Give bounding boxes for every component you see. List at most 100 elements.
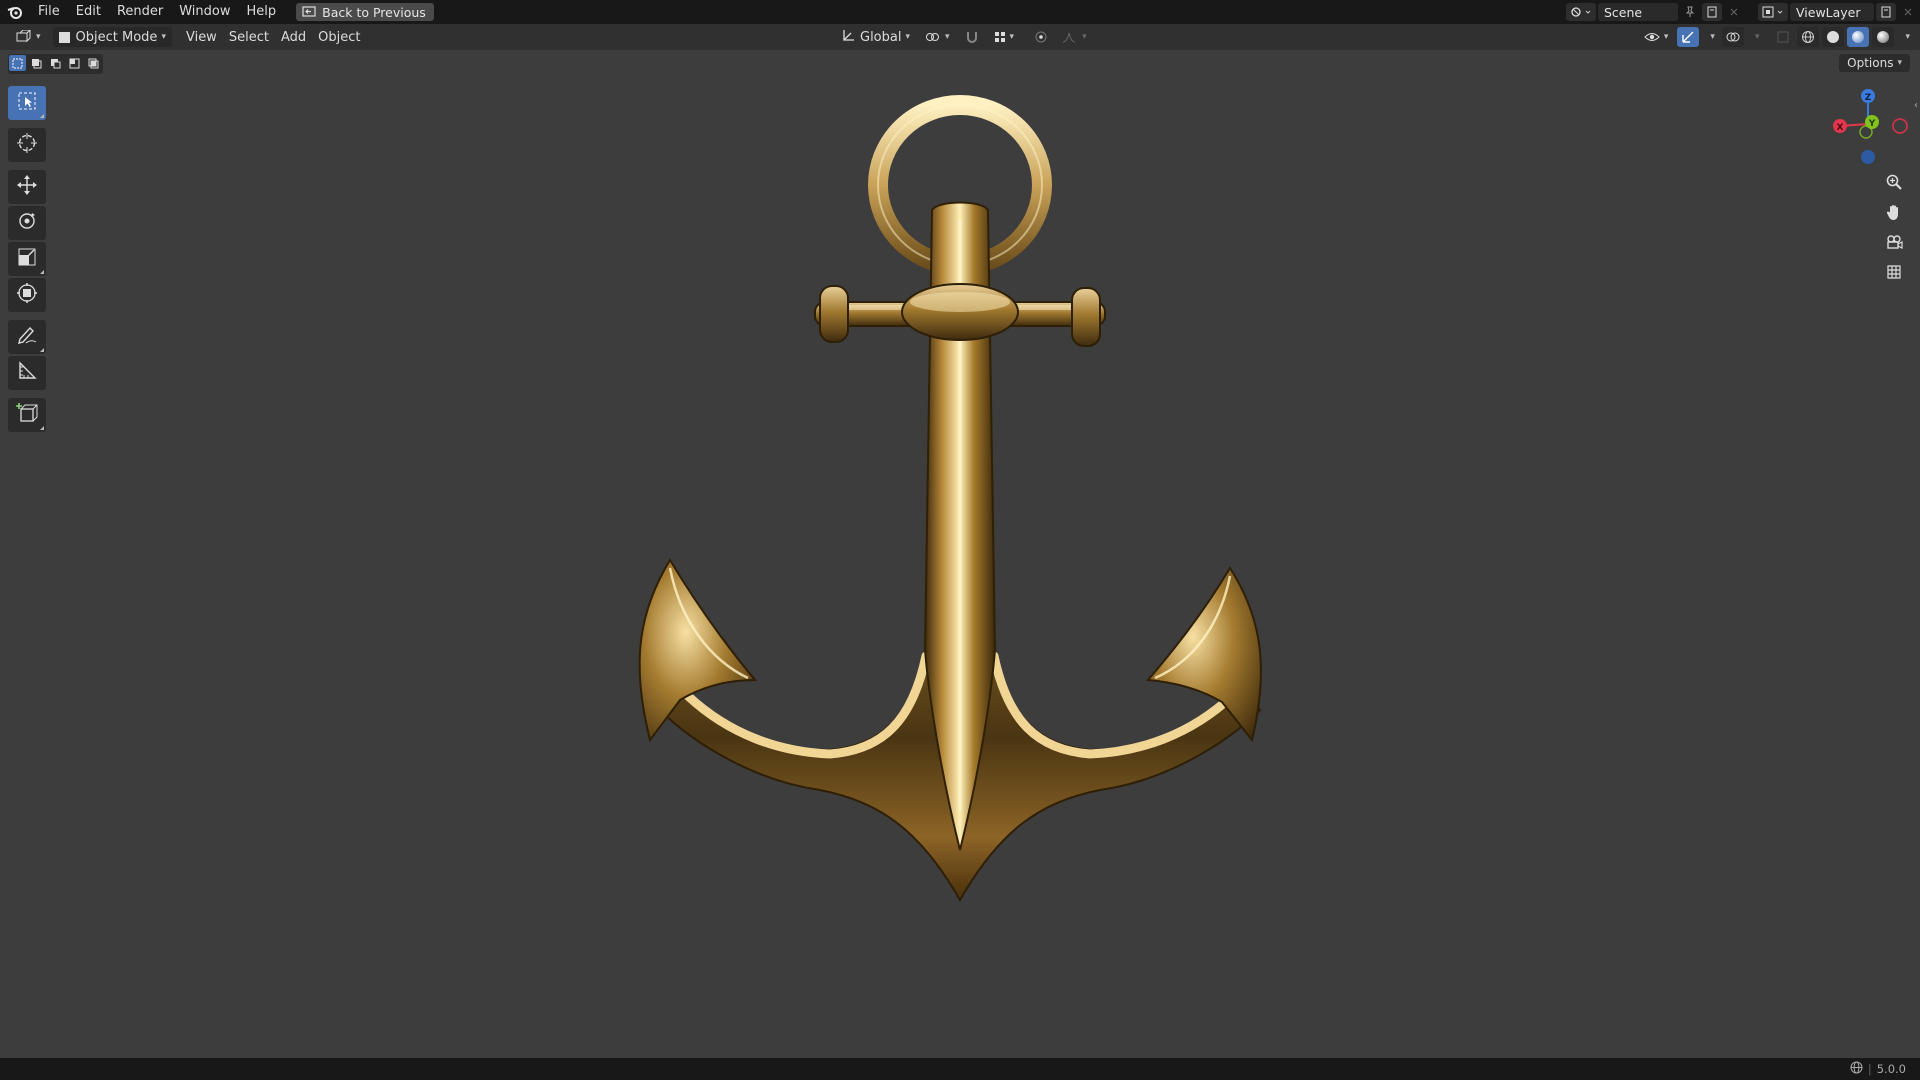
annotate-tool[interactable] [8, 320, 46, 354]
gizmo-toggle-icon[interactable] [1677, 27, 1700, 47]
measure-tool[interactable] [8, 356, 46, 390]
transform-controls: Global ▾ ▾ ▾ ▾ [836, 27, 1093, 47]
new-scene-icon[interactable] [1702, 3, 1722, 21]
menu-help[interactable]: Help [239, 0, 285, 24]
snap-toggle-icon[interactable] [959, 27, 985, 47]
hand-icon[interactable] [1880, 198, 1908, 226]
falloff-dropdown[interactable]: ▾ [1056, 27, 1093, 47]
snap-target-dropdown[interactable]: ▾ [988, 27, 1021, 47]
object-mode-icon [58, 31, 70, 43]
gizmo-neg-x-ball [1892, 118, 1908, 134]
blender-logo-icon[interactable] [0, 0, 30, 24]
editor-type-icon[interactable]: ▾ [10, 27, 47, 47]
gizmo-x-label: X [1837, 123, 1844, 133]
orientation-label: Global [860, 29, 902, 45]
gizmo-y-label: Y [1868, 119, 1876, 129]
tool-shelf [8, 86, 48, 434]
menu-edit[interactable]: Edit [68, 0, 109, 24]
select-box-tool[interactable] [8, 86, 46, 120]
transform-icon [16, 282, 38, 308]
object-mode-label: Object Mode [75, 29, 158, 45]
add-cube-icon [16, 402, 38, 428]
chevron-down-icon: ▾ [1897, 58, 1902, 68]
overlays-toggle-icon[interactable] [1721, 27, 1744, 47]
menu-add[interactable]: Add [275, 27, 312, 47]
scale-icon [16, 246, 38, 272]
anchor-stock-left-cap [819, 285, 849, 343]
solid-shading-icon[interactable] [1822, 27, 1845, 47]
material-preview-shading-icon[interactable] [1847, 27, 1870, 47]
menu-render[interactable]: Render [109, 0, 171, 24]
menu-view[interactable]: View [180, 27, 223, 47]
visibility-dropdown[interactable]: ▾ [1638, 27, 1675, 47]
viewport-navigation-buttons [1880, 168, 1914, 288]
viewlayer-label: ViewLayer [1796, 4, 1861, 20]
version-info: | 5.0.0 [1850, 1061, 1906, 1077]
menu-object[interactable]: Object [312, 27, 366, 47]
scene-name-field[interactable]: Scene [1598, 3, 1678, 21]
chevron-down-icon: ▾ [905, 32, 911, 42]
status-bar: | 5.0.0 [0, 1058, 1920, 1080]
viewlayer-browse-icon[interactable] [1758, 3, 1788, 21]
viewlayer-name-field[interactable]: ViewLayer [1790, 3, 1874, 21]
select-extend-icon[interactable] [28, 55, 45, 71]
annotate-icon [16, 324, 38, 350]
back-icon [302, 5, 316, 20]
version-label: 5.0.0 [1876, 1062, 1906, 1076]
add-cube-tool[interactable] [8, 398, 46, 432]
options-dropdown[interactable]: Options ▾ [1839, 54, 1910, 72]
rotate-tool[interactable] [8, 206, 46, 240]
gizmo-dropdown[interactable]: ▾ [1702, 27, 1719, 47]
shading-dropdown[interactable]: ▾ [1897, 27, 1914, 47]
pivot-point-dropdown[interactable]: ▾ [919, 27, 956, 47]
navigation-gizmo[interactable]: Z X Y [1820, 80, 1916, 170]
camera-icon[interactable] [1880, 228, 1908, 256]
back-to-previous-button[interactable]: Back to Previous [296, 3, 434, 21]
gizmo-neg-z-ball [1861, 150, 1875, 164]
status-separator: | [1867, 1062, 1872, 1076]
xray-toggle-icon[interactable] [1772, 27, 1794, 47]
wireframe-shading-icon[interactable] [1797, 27, 1820, 47]
select-box-icon [17, 91, 37, 115]
select-subtract-icon[interactable] [47, 55, 64, 71]
move-tool[interactable] [8, 170, 46, 204]
zoom-icon[interactable] [1880, 168, 1908, 196]
delete-scene-icon[interactable] [1724, 3, 1744, 21]
selection-mode-buttons [8, 54, 103, 74]
back-label: Back to Previous [322, 4, 426, 20]
menu-file[interactable]: File [30, 0, 68, 24]
viewport-header: ▾ Object Mode ▾ View Select Add Object G… [0, 24, 1920, 50]
scene-browse-icon[interactable] [1566, 3, 1596, 21]
top-menu-bar: File Edit Render Window Help Back to Pre… [0, 0, 1920, 24]
viewport-display-controls: ▾ ▾ ▾ ▾ [1638, 27, 1914, 47]
anchor-stock-right-cap [1071, 287, 1101, 347]
select-intersect-icon[interactable] [85, 55, 102, 71]
grid-icon[interactable] [1880, 258, 1908, 286]
anchor-model[interactable] [620, 90, 1280, 920]
overlays-dropdown[interactable]: ▾ [1747, 27, 1764, 47]
pin-icon[interactable] [1680, 3, 1700, 21]
transform-tool[interactable] [8, 278, 46, 312]
cursor-tool[interactable] [8, 128, 46, 162]
menu-select[interactable]: Select [223, 27, 275, 47]
menu-window[interactable]: Window [171, 0, 238, 24]
network-globe-icon[interactable] [1850, 1061, 1863, 1077]
rendered-shading-icon[interactable] [1872, 27, 1895, 47]
proportional-edit-icon[interactable] [1029, 27, 1053, 47]
scale-tool[interactable] [8, 242, 46, 276]
delete-viewlayer-icon[interactable] [1898, 3, 1918, 21]
measure-icon [16, 360, 38, 386]
scene-label: Scene [1604, 4, 1643, 20]
new-viewlayer-icon[interactable] [1876, 3, 1896, 21]
sidebar-toggle-icon[interactable]: ‹ [1914, 100, 1918, 111]
orientation-dropdown[interactable]: Global ▾ [836, 27, 916, 47]
chevron-down-icon: ▾ [161, 32, 166, 42]
orientation-icon [842, 29, 855, 46]
rotate-icon [16, 210, 38, 236]
gizmo-z-label: Z [1865, 93, 1872, 103]
select-invert-icon[interactable] [66, 55, 83, 71]
cursor-icon [16, 132, 38, 158]
object-mode-dropdown[interactable]: Object Mode ▾ [52, 27, 172, 47]
select-new-icon[interactable] [9, 55, 26, 71]
top-right-controls: Scene ViewLayer [1566, 0, 1920, 24]
